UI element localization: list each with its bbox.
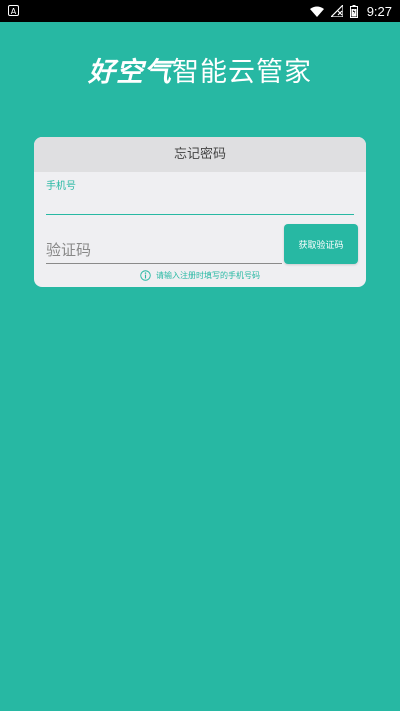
brand-name: 好空气 xyxy=(88,57,172,88)
info-icon xyxy=(140,270,151,281)
phone-label: 手机号 xyxy=(46,181,76,192)
card-title: 忘记密码 xyxy=(34,137,366,172)
wifi-icon xyxy=(309,6,324,17)
hint-text: 请输入注册时填写的手机号码 xyxy=(156,271,260,280)
app-logo: 好空气智能云管家 xyxy=(0,50,400,89)
signal-off-icon xyxy=(330,5,343,17)
verification-code-input[interactable] xyxy=(46,236,282,264)
get-code-button[interactable]: 获取验证码 xyxy=(284,224,358,264)
hint-row: 请输入注册时填写的手机号码 xyxy=(34,270,366,281)
notification-a-icon: A xyxy=(8,5,19,16)
phone-input[interactable] xyxy=(46,191,354,215)
forgot-password-card: 忘记密码 手机号 获取验证码 请输入注册时填写的手机号码 xyxy=(34,137,366,287)
status-bar: A 9:27 xyxy=(0,0,400,22)
forgot-password-screen: A 9:27 好空气智能云管家 忘记密码 手机号 验证码 获取验证码 请输入注册… xyxy=(0,0,400,711)
brand-subtitle: 智能云管家 xyxy=(172,57,312,88)
battery-icon xyxy=(349,4,358,18)
status-time: 9:27 xyxy=(366,3,392,19)
status-icons: 9:27 xyxy=(309,0,392,22)
